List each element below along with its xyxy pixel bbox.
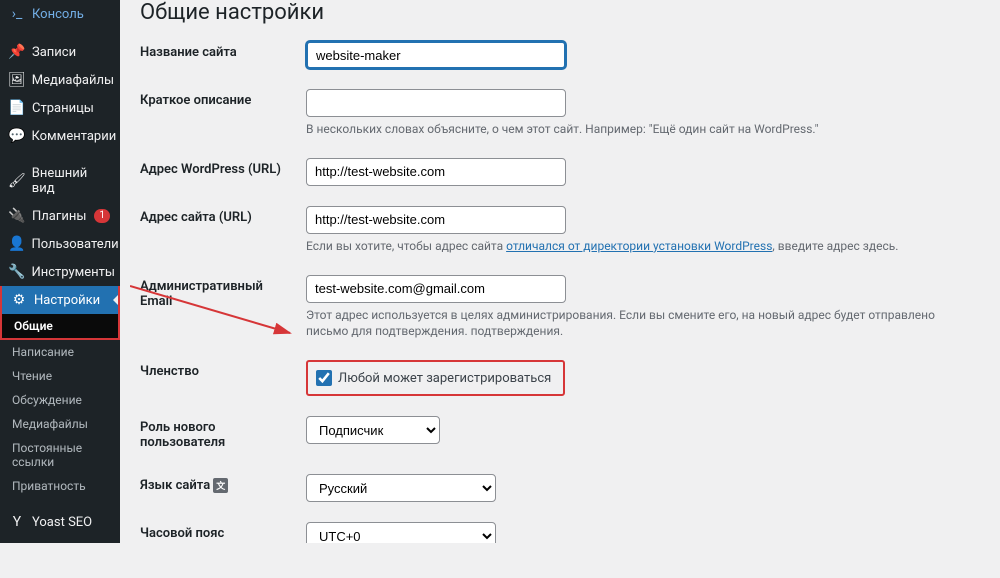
sidebar-item-media[interactable]: 🖼Медиафайлы <box>0 66 120 94</box>
sidebar-item-tools[interactable]: 🔧Инструменты <box>0 258 120 286</box>
sidebar-item-settings[interactable]: ⚙Настройки <box>2 286 118 314</box>
sidebar-collapse[interactable]: ◀Свернуть меню <box>0 536 120 578</box>
wrench-icon: 🔧 <box>8 264 25 280</box>
dashboard-icon: ›_ <box>8 6 26 22</box>
user-icon: 👤 <box>8 236 25 252</box>
admin-email-input[interactable] <box>306 275 566 303</box>
siteurl-link[interactable]: отличался от директории установки WordPr… <box>506 239 772 253</box>
label-lang: Язык сайта文 <box>140 464 306 512</box>
translate-icon: 文 <box>213 478 228 493</box>
tz-select[interactable]: UTC+0 <box>306 522 496 543</box>
label-wpurl: Адрес WordPress (URL) <box>140 148 306 196</box>
role-select[interactable]: Подписчик <box>306 416 440 444</box>
collapse-icon: ◀ <box>8 549 24 565</box>
sidebar-item-dashboard[interactable]: ›_Консоль <box>0 0 120 28</box>
plugin-badge: 1 <box>94 209 110 223</box>
lang-select[interactable]: Русский <box>306 474 496 502</box>
sidebar-item-pages[interactable]: 📄Страницы <box>0 94 120 122</box>
page-icon: 📄 <box>8 100 26 116</box>
plug-icon: 🔌 <box>8 208 26 224</box>
yoast-icon: Y <box>8 514 26 530</box>
brush-icon: 🖌 <box>8 173 26 189</box>
sub-privacy[interactable]: Приватность <box>0 474 120 498</box>
page-title: Общие настройки <box>140 0 980 25</box>
label-tz: Часовой пояс <box>140 512 306 543</box>
adminemail-desc: Этот адрес используется в целях админист… <box>306 307 980 341</box>
tagline-desc: В нескольких словах объясните, о чем это… <box>306 121 980 138</box>
admin-sidebar: ›_Консоль 📌Записи 🖼Медиафайлы 📄Страницы … <box>0 0 120 543</box>
sub-writing[interactable]: Написание <box>0 340 120 364</box>
pin-icon: 📌 <box>8 44 26 60</box>
membership-chk-label: Любой может зарегистрироваться <box>338 371 551 386</box>
sub-reading[interactable]: Чтение <box>0 364 120 388</box>
active-arrow-icon <box>113 295 118 305</box>
gear-icon: ⚙ <box>10 292 28 308</box>
label-siteurl: Адрес сайта (URL) <box>140 196 306 265</box>
label-membership: Членство <box>140 350 306 406</box>
sub-discussion[interactable]: Обсуждение <box>0 388 120 412</box>
site-name-input[interactable] <box>306 41 566 69</box>
tagline-input[interactable] <box>306 89 566 117</box>
sidebar-item-users[interactable]: 👤Пользователи <box>0 230 120 258</box>
wp-url-input[interactable] <box>306 158 566 186</box>
sidebar-item-posts[interactable]: 📌Записи <box>0 38 120 66</box>
sidebar-item-yoast[interactable]: YYoast SEO <box>0 508 120 536</box>
sidebar-item-plugins[interactable]: 🔌Плагины1 <box>0 202 120 230</box>
main-content: Общие настройки Название сайта Краткое о… <box>120 0 1000 543</box>
siteurl-desc: Если вы хотите, чтобы адрес сайта отлича… <box>306 238 980 255</box>
media-icon: 🖼 <box>8 72 26 88</box>
label-tagline: Краткое описание <box>140 79 306 148</box>
label-adminemail: Административный Email <box>140 265 306 351</box>
sub-permalinks[interactable]: Постоянные ссылки <box>0 436 120 474</box>
sub-media[interactable]: Медиафайлы <box>0 412 120 436</box>
sub-general[interactable]: Общие <box>2 314 118 338</box>
settings-highlight: ⚙Настройки Общие <box>0 286 120 340</box>
label-sitename: Название сайта <box>140 31 306 79</box>
site-url-input[interactable] <box>306 206 566 234</box>
label-role: Роль нового пользователя <box>140 406 306 464</box>
membership-checkbox[interactable] <box>316 370 332 386</box>
sidebar-item-comments[interactable]: 💬Комментарии <box>0 122 120 150</box>
comment-icon: 💬 <box>8 128 25 144</box>
membership-highlight: Любой может зарегистрироваться <box>306 360 565 396</box>
sidebar-item-appearance[interactable]: 🖌Внешний вид <box>0 160 120 202</box>
